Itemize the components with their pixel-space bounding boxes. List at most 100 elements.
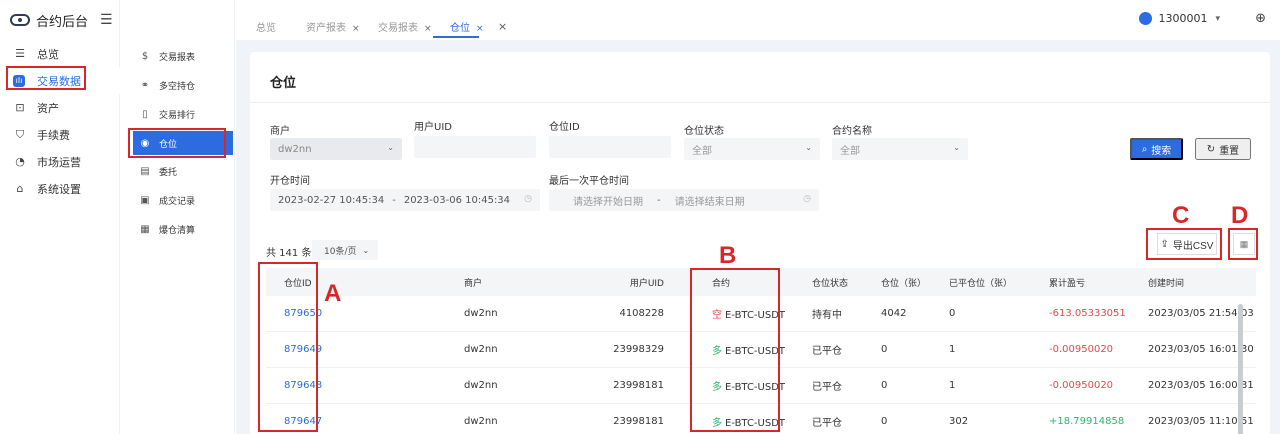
clock-icon: ◷	[524, 194, 532, 204]
header-created[interactable]: 创建时间	[1148, 276, 1184, 289]
last-close-start: 请选择开始日期	[573, 196, 643, 208]
cell-pnl: +18.79914858	[1049, 416, 1125, 427]
liquidation-icon: ▦	[140, 224, 150, 235]
annotation-box-subnav	[128, 128, 226, 158]
subnav-item-1[interactable]: ⚭ 多空持仓	[133, 71, 233, 100]
record-icon: ▣	[140, 195, 150, 206]
header-uid[interactable]: 用户UID	[630, 276, 664, 289]
reset-label: 重置	[1219, 145, 1240, 157]
brand[interactable]: 合约后台	[10, 10, 88, 30]
cell-merchant: dw2nn	[464, 308, 498, 319]
header-status[interactable]: 仓位状态	[812, 276, 848, 289]
collapse-menu-icon[interactable]: ☰	[100, 12, 113, 28]
cell-merchant: dw2nn	[464, 344, 498, 355]
tab-trade-report[interactable]: 交易报表 ×	[378, 19, 432, 34]
active-tab-indicator	[433, 36, 479, 38]
table-scrollbar[interactable]	[1238, 304, 1243, 434]
close-all-tabs-icon[interactable]: ×	[498, 20, 507, 33]
cell-status: 已平仓	[812, 346, 842, 357]
link-icon: ⚭	[140, 80, 150, 91]
cell-status: 持有中	[812, 310, 842, 321]
open-time-end: 2023-03-06 10:45:34	[403, 194, 511, 206]
chevron-down-icon: ⌄	[362, 245, 370, 255]
close-icon[interactable]: ×	[476, 24, 484, 34]
nav-item-4[interactable]: ◔ 市场运营	[0, 148, 120, 175]
status-value: 全部	[692, 145, 712, 157]
divider	[250, 102, 1270, 103]
annotation-box-a	[258, 262, 318, 432]
page-size-value: 10条/页	[324, 246, 357, 257]
annotation-label-d: D	[1231, 202, 1249, 229]
cell-position: 0	[881, 416, 888, 427]
chevron-down-icon: ⌄	[805, 143, 812, 152]
nav-item-2[interactable]: ⊡ 资产	[0, 94, 120, 121]
merchant-label: 商户	[270, 126, 290, 137]
market-icon: ◔	[15, 155, 25, 168]
last-close-end: 请选择结束日期	[674, 196, 745, 208]
tab-asset-report[interactable]: 资产报表 ×	[306, 19, 360, 34]
nav-item-0[interactable]: ☰ 总览	[0, 40, 120, 67]
annotation-label-c: C	[1172, 202, 1190, 229]
nav-item-label: 手续费	[37, 128, 70, 142]
user-name: 1300001	[1158, 12, 1208, 25]
position-id-input[interactable]	[549, 136, 671, 158]
range-separator: -	[657, 194, 661, 206]
cell-position: 4042	[881, 308, 907, 319]
nav-item-label: 资产	[37, 101, 59, 115]
clock-icon: ◷	[803, 194, 811, 204]
cell-status: 已平仓	[812, 382, 842, 393]
subnav-item-label: 交易报表	[159, 53, 196, 63]
nav-item-5[interactable]: ⌂ 系统设置	[0, 175, 120, 202]
header-merchant[interactable]: 商户	[464, 276, 482, 289]
header-position[interactable]: 仓位（张）	[881, 276, 926, 289]
cell-merchant: dw2nn	[464, 416, 498, 427]
tab-label: 仓位	[450, 23, 470, 34]
cell-uid: 23998329	[613, 344, 664, 355]
reset-button[interactable]: ↻ 重置	[1195, 138, 1251, 160]
cell-closed: 0	[949, 308, 956, 319]
total-count: 共 141 条	[266, 248, 312, 259]
close-icon[interactable]: ×	[352, 24, 360, 34]
subnav-item-label: 爆仓清算	[159, 226, 196, 236]
uid-input[interactable]	[414, 136, 536, 158]
header-pnl[interactable]: 累计盈亏	[1049, 276, 1085, 289]
cell-pnl: -0.00950020	[1049, 380, 1114, 391]
nav-item-3[interactable]: ⛉ 手续费	[0, 121, 120, 148]
last-close-range[interactable]: 请选择开始日期 - 请选择结束日期 ◷	[549, 189, 819, 211]
header-closed[interactable]: 已平仓位（张）	[949, 276, 1012, 289]
uid-label: 用户UID	[414, 122, 452, 133]
contract-select[interactable]: 全部 ⌄	[832, 138, 968, 160]
tab-overview[interactable]: 总览	[256, 19, 276, 34]
search-button[interactable]: ⌕ 搜索	[1130, 138, 1183, 160]
subnav-item-4[interactable]: ▤ 委托	[133, 157, 233, 186]
globe-icon[interactable]: ⊕	[1255, 11, 1266, 26]
user-menu[interactable]: 1300001 ▾	[1139, 12, 1220, 25]
cell-position: 0	[881, 380, 888, 391]
reset-icon: ↻	[1206, 143, 1216, 155]
wallet-icon: ⊡	[15, 101, 25, 114]
subnav-item-label: 委托	[159, 168, 178, 178]
tab-label: 交易报表	[378, 23, 418, 34]
subnav-item-2[interactable]: ▯ 交易排行	[133, 100, 233, 129]
avatar	[1139, 12, 1153, 25]
status-label: 仓位状态	[684, 126, 724, 137]
tab-position[interactable]: 仓位 ×	[450, 19, 484, 34]
subnav-item-6[interactable]: ▦ 爆仓清算	[133, 215, 233, 244]
annotation-box-d	[1228, 228, 1258, 260]
subnav-item-0[interactable]: $ 交易报表	[133, 42, 233, 71]
menu-icon: ☰	[15, 47, 25, 60]
open-time-start: 2023-02-27 10:45:34	[278, 194, 385, 206]
order-icon: ▤	[140, 166, 150, 177]
status-select[interactable]: 全部 ⌄	[684, 138, 820, 160]
open-time-range[interactable]: 2023-02-27 10:45:34 - 2023-03-06 10:45:3…	[270, 189, 540, 211]
page-size-select[interactable]: 10条/页 ⌄	[312, 240, 378, 260]
contract-label: 合约名称	[832, 126, 872, 137]
tab-label: 总览	[256, 23, 276, 34]
contract-value: 全部	[840, 145, 860, 157]
subnav-item-5[interactable]: ▣ 成交记录	[133, 186, 233, 215]
annotation-label-b: B	[719, 242, 737, 269]
cell-pnl: -613.05333051	[1049, 308, 1126, 319]
close-icon[interactable]: ×	[424, 24, 432, 34]
merchant-select[interactable]: dw2nn ⌄	[270, 138, 402, 160]
search-icon: ⌕	[1141, 143, 1148, 155]
